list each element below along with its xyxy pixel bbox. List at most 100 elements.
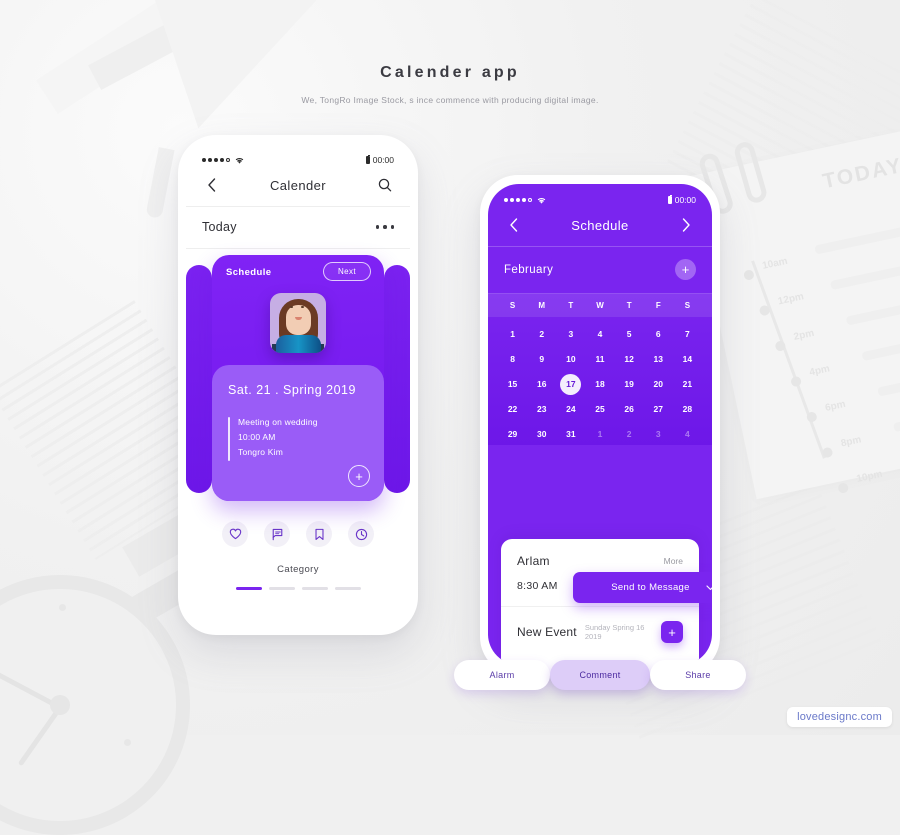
phone2-screen: 00:00 Schedule February + S M T W T F S … [488,184,712,665]
alarm-time: 8:30 AM [517,580,558,592]
comment-pill-button[interactable]: Comment [550,660,650,690]
calendar-day-outside[interactable]: 2 [615,423,644,445]
calendar-day[interactable]: 9 [527,348,556,370]
calendar-day[interactable]: 27 [644,398,673,420]
weekday-label: W [596,301,604,310]
calendar-day[interactable]: 7 [673,323,702,345]
decor-timeline-label: 2pm [792,327,816,343]
new-event-add-button[interactable]: + [661,621,683,643]
share-pill-button[interactable]: Share [649,660,746,690]
calendar-day[interactable]: 11 [585,348,614,370]
phone2-status-bar: 00:00 [488,184,712,210]
alarm-pill-button[interactable]: Alarm [454,660,551,690]
wifi-icon [536,196,547,205]
wifi-icon [234,156,245,165]
back-button[interactable] [202,176,220,194]
avatar [270,293,326,353]
clock-icon[interactable] [348,521,374,547]
calendar-day[interactable]: 21 [673,373,702,395]
add-event-button[interactable]: + [348,465,370,487]
calendar-day[interactable]: 19 [615,373,644,395]
calendar-day[interactable]: 31 [556,423,585,445]
more-link[interactable]: More [664,556,683,566]
calendar-day[interactable]: 15 [498,373,527,395]
weekday-label: S [684,301,691,310]
new-event-label: New Event [517,625,577,639]
pager-dot[interactable] [301,587,328,590]
chevron-down-icon [706,584,712,591]
battery-icon [365,155,370,164]
phone-mockup-schedule: 00:00 Schedule February + S M T W T F S … [454,175,746,690]
watermark: lovedesignc.com [787,707,892,727]
heart-icon[interactable] [222,521,248,547]
alarm-title: Arlam [517,554,550,568]
carousel-pager[interactable] [186,587,410,590]
weekday-label: T [626,301,632,310]
calendar-day[interactable]: 20 [644,373,673,395]
calendar-day[interactable]: 24 [556,398,585,420]
schedule-card-top: Schedule Next [212,255,384,373]
pager-dot[interactable] [334,587,361,590]
calendar-day[interactable]: 6 [644,323,673,345]
today-row[interactable]: Today [186,207,410,249]
calendar-day[interactable]: 1 [498,323,527,345]
calendar-day-outside[interactable]: 3 [644,423,673,445]
send-button-label: Send to Message [611,582,690,593]
search-icon[interactable] [376,176,394,194]
calendar-day[interactable]: 5 [615,323,644,345]
new-event-date: Sunday Spring 16 2019 [584,623,645,641]
page-heading: Calender app We, TongRo Image Stock, s i… [0,64,900,105]
calendar-day[interactable]: 26 [615,398,644,420]
action-icon-row [186,521,410,547]
send-to-message-button[interactable]: Send to Message [573,572,712,603]
calendar-day[interactable]: 2 [527,323,556,345]
next-button[interactable]: Next [322,262,371,281]
today-label: Today [202,220,237,234]
prev-month-button[interactable] [504,216,522,234]
carousel-peek-right[interactable] [384,265,410,493]
carousel-peek-left[interactable] [186,265,212,493]
calendar-day[interactable]: 28 [673,398,702,420]
weekday-label: S [509,301,516,310]
calendar-day[interactable]: 25 [585,398,614,420]
schedule-card[interactable]: Schedule Next Sat. 21 . Spring 2019 Meet… [212,255,384,501]
calendar-day[interactable]: 29 [498,423,527,445]
calendar-day[interactable]: 22 [498,398,527,420]
decor-timeline-label: 6pm [824,398,847,414]
calendar-day[interactable]: 4 [585,323,614,345]
share-pill-label: Share [685,670,711,680]
schedule-date: Sat. 21 . Spring 2019 [228,383,356,397]
comment-icon[interactable] [264,521,290,547]
calendar-week-row: 8 9 10 11 12 13 14 [498,348,702,370]
event-details: Meeting on wedding 10:00 AM Tongro Kim [228,415,368,461]
calendar-day[interactable]: 13 [644,348,673,370]
calendar-day[interactable]: 14 [673,348,702,370]
weekday-label: F [655,301,661,310]
more-horizontal-icon[interactable] [375,225,394,229]
calendar-day[interactable]: 18 [585,373,614,395]
calendar-day[interactable]: 10 [556,348,585,370]
schedule-card-body: Sat. 21 . Spring 2019 Meeting on wedding… [212,365,384,501]
month-row: February + [488,247,712,294]
pager-dot-active[interactable] [235,587,262,590]
calendar-grid: S M T W T F S 1 2 3 4 5 6 7 8 9 10 11 12… [488,294,712,445]
pager-dot[interactable] [268,587,295,590]
page-title-calender: Calender [270,177,326,193]
signal-icon [202,158,230,162]
calendar-day-outside[interactable]: 1 [585,423,614,445]
calendar-day[interactable]: 16 [527,373,556,395]
calendar-day[interactable]: 12 [615,348,644,370]
calendar-day[interactable]: 30 [527,423,556,445]
bookmark-icon[interactable] [306,521,332,547]
next-month-button[interactable] [678,216,696,234]
weekday-label: M [538,301,546,310]
calendar-day[interactable]: 8 [498,348,527,370]
calendar-day[interactable]: 23 [527,398,556,420]
calendar-day-selected[interactable]: 17 [556,373,585,395]
calendar-day[interactable]: 3 [556,323,585,345]
action-pill-row: Alarm Comment Share [454,660,746,690]
calendar-day-outside[interactable]: 4 [673,423,702,445]
add-schedule-button[interactable]: + [675,259,696,280]
bottom-sheet: Arlam More 8:30 AM Send to Message New E… [501,539,712,665]
schedule-card-title: Schedule [226,267,272,278]
